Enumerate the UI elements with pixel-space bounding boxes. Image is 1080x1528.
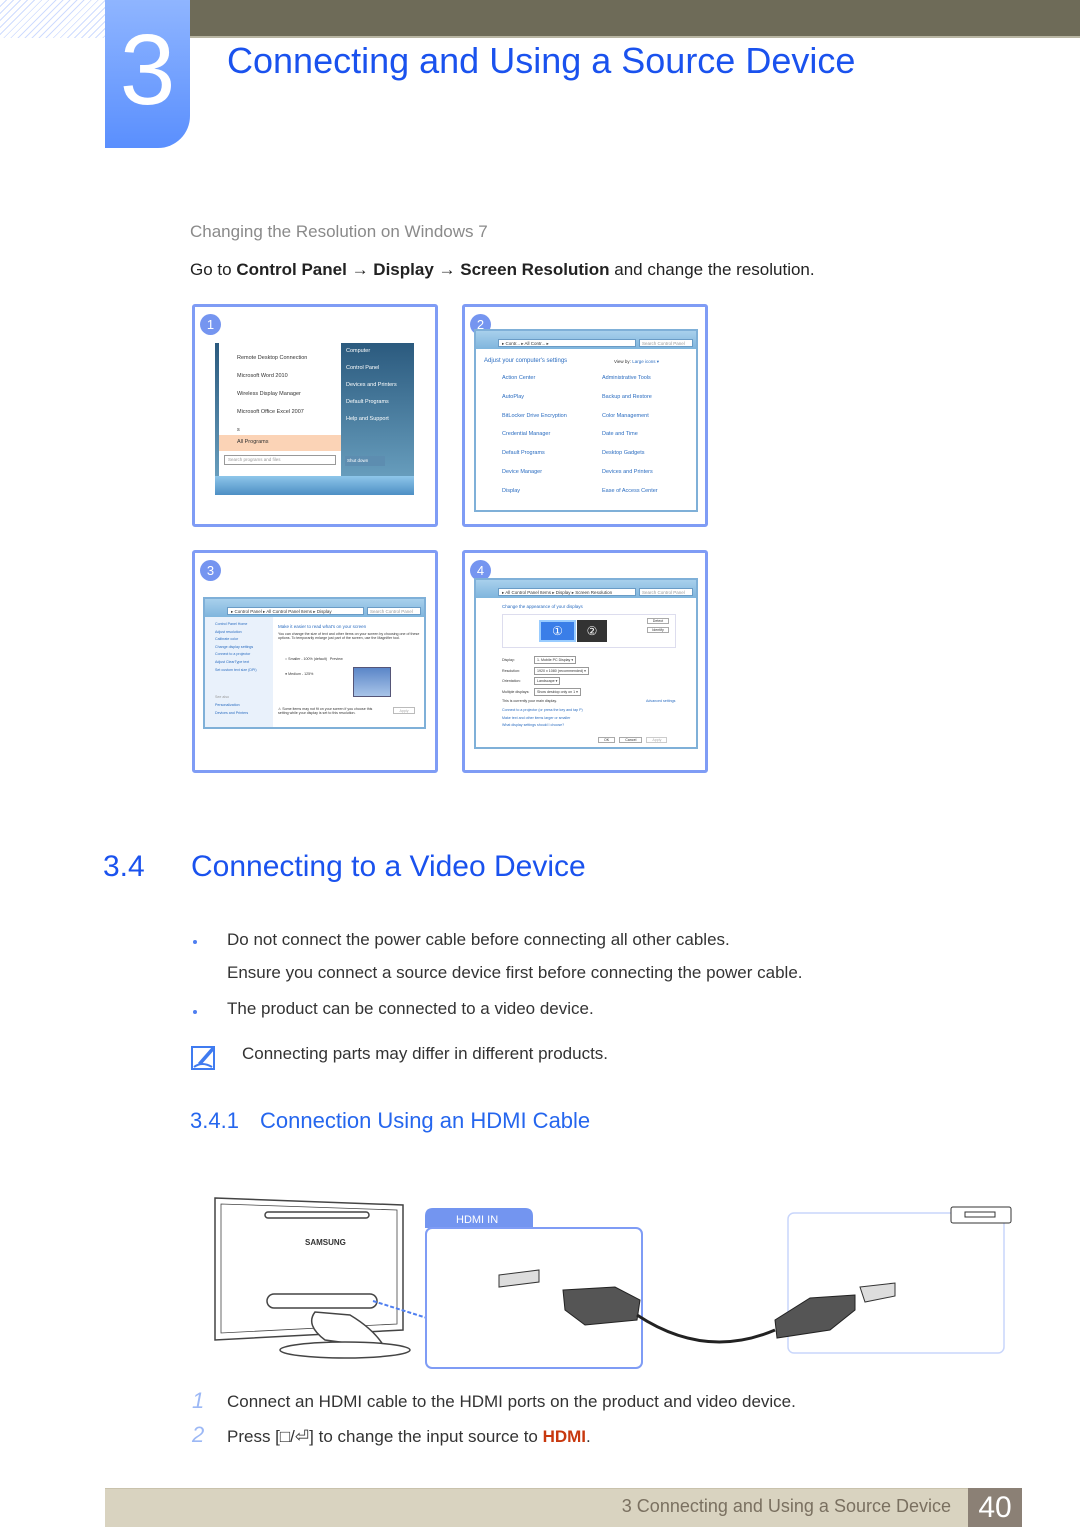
control-panel-item: Default Programs xyxy=(502,450,545,457)
footer-bar: 3 Connecting and Using a Source Device xyxy=(105,1488,968,1527)
section-number: 3.4 xyxy=(103,850,145,883)
step-badge: 1 xyxy=(200,314,221,335)
step-badge: 3 xyxy=(200,560,221,581)
step-number: 2 xyxy=(192,1422,205,1447)
step-number: 1 xyxy=(192,1388,205,1413)
screenshot-panel-1: 1 Remote Desktop Connection Microsoft Wor… xyxy=(192,304,438,527)
start-menu-item: Remote Desktop Connection xyxy=(237,355,308,361)
side-link: Adjust ClearType text xyxy=(215,659,250,664)
start-menu-right-item: Devices and Printers xyxy=(346,382,397,388)
header-bar xyxy=(190,0,1080,38)
control-panel-item: Device Manager xyxy=(502,468,543,475)
screenshot-panel-2: 2 ▸ Contr... ▸ All Contr... ▸ Search Cont… xyxy=(462,304,708,527)
setting-row: Display: 1. Mobile PC Display ▾ xyxy=(502,655,589,666)
start-menu-right-item: Help and Support xyxy=(346,416,389,422)
start-menu-item: Microsoft Word 2010 xyxy=(237,373,288,379)
start-menu-screenshot: Remote Desktop Connection Microsoft Word … xyxy=(215,343,414,495)
note-icon xyxy=(191,1046,215,1070)
shutdown-button: Shut down xyxy=(345,456,385,466)
screenshot-panel-4: 4 ▸ All Control Panel Items ▸ Display ▸ … xyxy=(462,550,708,773)
settings-link: What display settings should I choose? xyxy=(502,723,565,727)
page-number: 40 xyxy=(968,1488,1022,1527)
bullet-text: Do not connect the power cable before co… xyxy=(227,930,730,949)
control-panel-item: Devices and Printers xyxy=(602,468,653,475)
side-link: Connect to a projector xyxy=(215,652,251,657)
setting-label: Display: xyxy=(502,658,515,662)
hdmi-cable xyxy=(636,1313,776,1344)
side-link: Set custom text size (DPI) xyxy=(215,667,257,672)
source-button-icon: □/⏎ xyxy=(279,1427,310,1446)
chapter-title: Connecting and Using a Source Device xyxy=(227,40,856,81)
setting-dropdown: Landscape ▾ xyxy=(534,677,561,686)
settings-link: Make text and other items larger or smal… xyxy=(502,715,571,720)
control-panel-screenshot: ▸ Contr... ▸ All Contr... ▸ Search Contro… xyxy=(474,329,698,512)
control-panel-item: AutoPlay xyxy=(502,393,525,400)
taskbar xyxy=(215,476,414,495)
display-settings-screenshot: ▸ Control Panel ▸ All Control Panel Item… xyxy=(203,597,426,729)
start-search-input: Search programs and files xyxy=(224,455,336,465)
start-menu-right-item: Default Programs xyxy=(346,399,389,405)
all-programs: All Programs xyxy=(237,439,269,445)
screenshot-panel-3: 3 ▸ Control Panel ▸ All Control Panel It… xyxy=(192,550,438,773)
control-panel-item: Desktop Gadgets xyxy=(602,450,645,457)
setting-dropdown: 1920 x 1080 (recommended) ▾ xyxy=(534,666,589,675)
control-panel-item: Color Management xyxy=(602,412,649,419)
see-also-link: Devices and Printers xyxy=(215,710,249,715)
start-menu-item: Microsoft Office Excel 2007 xyxy=(237,409,304,415)
note-text: Connecting parts may differ in different… xyxy=(242,1044,609,1063)
brand-logo: SAMSUNG xyxy=(305,1238,346,1247)
setting-dropdown: Show desktop only on 1 ▾ xyxy=(534,688,581,697)
bullet-text: The product can be connected to a video … xyxy=(227,999,594,1018)
subsection-number: 3.4.1 xyxy=(190,1108,239,1133)
subheading: Changing the Resolution on Windows 7 xyxy=(190,222,488,241)
side-link: Adjust resolution xyxy=(215,629,242,634)
bullet-icon xyxy=(193,1010,197,1014)
control-panel-item: Display xyxy=(502,487,521,494)
setting-label: Orientation: xyxy=(502,679,521,684)
header-hatch-decoration xyxy=(0,0,105,38)
footer-chapter-label: 3 Connecting and Using a Source Device xyxy=(621,1496,951,1516)
control-panel-item: Credential Manager xyxy=(502,431,551,438)
start-menu-right-item: Control Panel xyxy=(346,365,380,371)
bullet-icon xyxy=(193,940,197,944)
side-link: Control Panel Home xyxy=(215,622,248,626)
control-panel-item: Action Center xyxy=(502,375,536,381)
hdmi-highlight: HDMI xyxy=(542,1427,587,1446)
control-panel-item: Backup and Restore xyxy=(602,393,652,400)
step-text: Connect an HDMI cable to the HDMI ports … xyxy=(227,1392,796,1411)
instruction-line: Go to Control Panel → Display → Screen R… xyxy=(190,260,815,279)
hdmi-connection-diagram: SAMSUNG HDMI IN xyxy=(214,1197,1012,1369)
start-menu-item: Wireless Display Manager xyxy=(237,391,301,397)
settings-link: Connect to a projector (or press the key… xyxy=(502,708,583,712)
setting-row: Multiple displays: Show desktop only on 1… xyxy=(502,687,589,698)
hdmi-in-label: HDMI IN xyxy=(456,1214,498,1226)
setting-dropdown: 1. Mobile PC Display ▾ xyxy=(534,656,577,664)
setting-row: Orientation: Landscape ▾ xyxy=(502,676,589,687)
video-device-callout xyxy=(787,1212,1005,1354)
setting-label: Multiple displays: xyxy=(502,690,530,695)
section-title: Connecting to a Video Device xyxy=(191,850,586,883)
subsection-title: Connection Using an HDMI Cable xyxy=(260,1108,591,1133)
side-link: Change display settings xyxy=(215,644,254,649)
control-panel-item: Ease of Access Center xyxy=(602,487,658,494)
start-menu-right-item: Computer xyxy=(346,348,371,354)
setting-label: Resolution: xyxy=(502,668,520,673)
step-text: Press [□/⏎] to change the input source t… xyxy=(227,1427,591,1446)
control-panel-item: BitLocker Drive Encryption xyxy=(502,412,567,419)
setting-row: Resolution: 1920 x 1080 (recommended) ▾ xyxy=(502,666,589,677)
chapter-number-tab: 3 xyxy=(105,0,190,148)
screen-resolution-screenshot: ▸ All Control Panel Items ▸ Display ▸ Sc… xyxy=(474,578,698,749)
side-link: Calibrate color xyxy=(215,637,239,642)
control-panel-item: Date and Time xyxy=(602,431,638,438)
monitor-illustration xyxy=(214,1197,411,1359)
bullet-continuation: Ensure you connect a source device first… xyxy=(227,963,803,982)
control-panel-item: Administrative Tools xyxy=(602,375,651,381)
see-also-link: Personalization xyxy=(215,703,240,707)
